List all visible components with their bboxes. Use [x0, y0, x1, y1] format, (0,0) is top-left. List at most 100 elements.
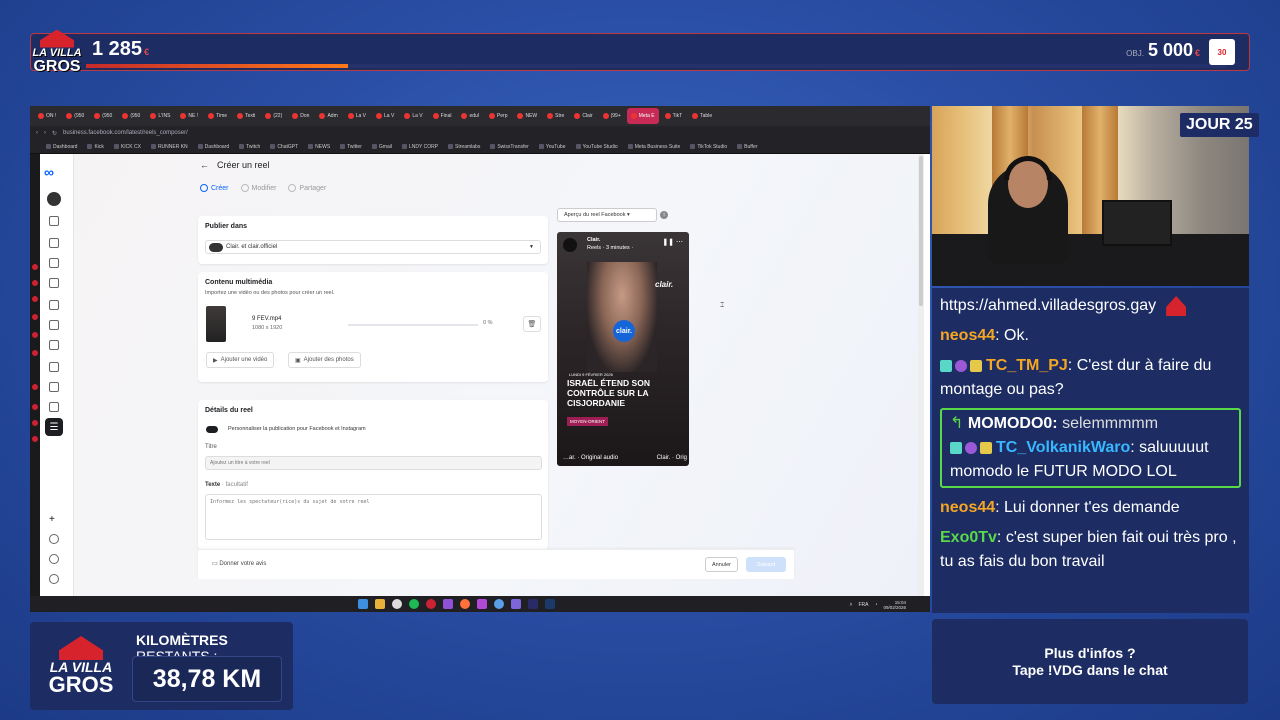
address-bar[interactable]: ‹ › ↻ business.facebook.com/latest/reels…: [30, 126, 930, 140]
clock[interactable]: 15:04 09/02/2026: [883, 600, 906, 610]
browser-tab[interactable]: edul: [457, 108, 482, 124]
forward-icon[interactable]: ›: [44, 130, 46, 136]
add-icon[interactable]: +: [49, 514, 59, 525]
inbox-icon[interactable]: [49, 300, 59, 310]
chrome-icon[interactable]: [392, 599, 402, 609]
bookmark-item[interactable]: RUNNER KN: [150, 144, 188, 150]
step-2[interactable]: Partager: [288, 184, 326, 192]
app3-icon[interactable]: [494, 599, 504, 609]
title-input[interactable]: [205, 456, 542, 470]
browser-tab[interactable]: La V: [372, 108, 398, 124]
url-text[interactable]: business.facebook.com/latest/reels_compo…: [63, 130, 924, 136]
browser-tab[interactable]: NEW: [513, 108, 541, 124]
cancel-button[interactable]: Annuler: [705, 557, 738, 572]
messages-icon[interactable]: [49, 402, 59, 412]
bookmark-item[interactable]: Twitter: [340, 144, 362, 150]
browser-tab[interactable]: Stre: [543, 108, 568, 124]
browser-tab[interactable]: Adm: [315, 108, 341, 124]
browser-tab[interactable]: (950: [90, 108, 116, 124]
browser-tab[interactable]: Clair: [570, 108, 596, 124]
bookmark-item[interactable]: Twitch: [239, 144, 260, 150]
browser-tab[interactable]: Meta E: [626, 108, 659, 124]
planner-icon[interactable]: [49, 278, 59, 288]
trash-icon[interactable]: 🗑: [523, 316, 541, 332]
help-icon[interactable]: [49, 574, 59, 584]
add-photos-button[interactable]: ▣ Ajouter des photos: [288, 352, 361, 368]
info-icon[interactable]: i: [660, 211, 668, 219]
content-icon[interactable]: [49, 258, 59, 268]
bookmark-item[interactable]: Dashboard: [197, 144, 229, 150]
browser-tab[interactable]: NE !: [176, 108, 202, 124]
step-0[interactable]: Créer: [200, 184, 229, 192]
step-1[interactable]: Modifier: [240, 184, 276, 192]
text-input[interactable]: [205, 494, 542, 540]
browser-tab[interactable]: Texti: [233, 108, 259, 124]
start-icon[interactable]: [358, 599, 368, 609]
account-avatar[interactable]: [47, 192, 61, 206]
bookmark-item[interactable]: Kick: [87, 144, 104, 150]
bookmark-item[interactable]: ChatGPT: [270, 144, 298, 150]
browser-tab[interactable]: (950: [118, 108, 144, 124]
monetization-icon[interactable]: [49, 382, 59, 392]
browser-tab[interactable]: (99+: [599, 108, 625, 124]
bookmark-item[interactable]: LNDY CORP: [401, 144, 438, 150]
pause-icon[interactable]: ❚❚ ⋯: [662, 238, 683, 246]
bookmark-item[interactable]: NEWS: [308, 144, 330, 150]
bookmark-item[interactable]: YouTube: [538, 144, 566, 150]
browser-tab[interactable]: (950: [62, 108, 88, 124]
app2-icon[interactable]: [477, 599, 487, 609]
feedback-link[interactable]: ▭ Donner votre avis: [212, 560, 266, 567]
preview-select[interactable]: Aperçu du reel Facebook ▾: [557, 208, 657, 222]
next-button[interactable]: Suivant: [746, 557, 786, 572]
home-icon[interactable]: [49, 216, 59, 226]
browser-tab[interactable]: Table: [688, 108, 716, 124]
explorer-icon[interactable]: [375, 599, 385, 609]
browser-tab[interactable]: ON !: [34, 108, 60, 124]
edit-icon[interactable]: [49, 362, 59, 372]
browser-tab[interactable]: L'INS: [146, 108, 174, 124]
premiere-icon[interactable]: [528, 599, 538, 609]
opera-icon[interactable]: [426, 599, 436, 609]
browser-tab[interactable]: TikT: [661, 108, 687, 124]
bookmark-item[interactable]: Gmail: [371, 144, 392, 150]
scrollbar[interactable]: [918, 154, 924, 596]
app4-icon[interactable]: [511, 599, 521, 609]
app-icon[interactable]: [443, 599, 453, 609]
firefox-icon[interactable]: [460, 599, 470, 609]
browser-tab[interactable]: Time: [204, 108, 231, 124]
wifi-icon[interactable]: ◔: [874, 602, 877, 608]
language[interactable]: FRA: [858, 602, 868, 608]
bookmark-item[interactable]: KICK CX: [113, 144, 141, 150]
bookmark-item[interactable]: Meta Business Suite: [627, 144, 680, 150]
back-icon[interactable]: ‹: [36, 130, 38, 136]
meta-logo-icon[interactable]: ∞: [44, 164, 54, 180]
photoshop-icon[interactable]: [545, 599, 555, 609]
gear-icon[interactable]: [49, 554, 59, 564]
browser-tab[interactable]: Don: [288, 108, 313, 124]
add-video-button[interactable]: ▶ Ajouter une vidéo: [206, 352, 275, 368]
publish-in-dropdown[interactable]: Clair. et clair.officiel ▼: [205, 240, 541, 254]
menu-icon[interactable]: ☰: [45, 418, 63, 436]
bookmark-item[interactable]: SwissTransfer: [490, 144, 529, 150]
browser-tab[interactable]: La V: [400, 108, 426, 124]
reload-icon[interactable]: ↻: [52, 130, 57, 137]
insights-icon[interactable]: [49, 340, 59, 350]
chat-reply: ↰ MOMODO0: selemmmmm TC_VolkanikWaro: sa…: [940, 408, 1241, 488]
spotify-icon[interactable]: [409, 599, 419, 609]
bookmark-item[interactable]: Dashboard: [46, 144, 77, 150]
browser-tab[interactable]: La V: [344, 108, 370, 124]
back-arrow-icon[interactable]: ←: [200, 160, 209, 170]
browser-tab[interactable]: Final: [429, 108, 456, 124]
customize-toggle[interactable]: [206, 426, 218, 433]
bookmark-item[interactable]: TikTok Studio: [690, 144, 727, 150]
browser-tab[interactable]: Perp: [485, 108, 512, 124]
chevron-up-icon[interactable]: ˄: [850, 602, 853, 608]
bookmark-item[interactable]: Buffer: [737, 144, 757, 150]
browser-tab[interactable]: (22): [261, 108, 286, 124]
details-title: Détails du reel: [205, 407, 253, 414]
ads-icon[interactable]: [49, 320, 59, 330]
bookmark-item[interactable]: YouTube Studio: [575, 144, 618, 150]
notifications-icon[interactable]: [49, 238, 59, 248]
bookmark-item[interactable]: Streamlabs: [448, 144, 480, 150]
search-icon[interactable]: [49, 534, 59, 544]
